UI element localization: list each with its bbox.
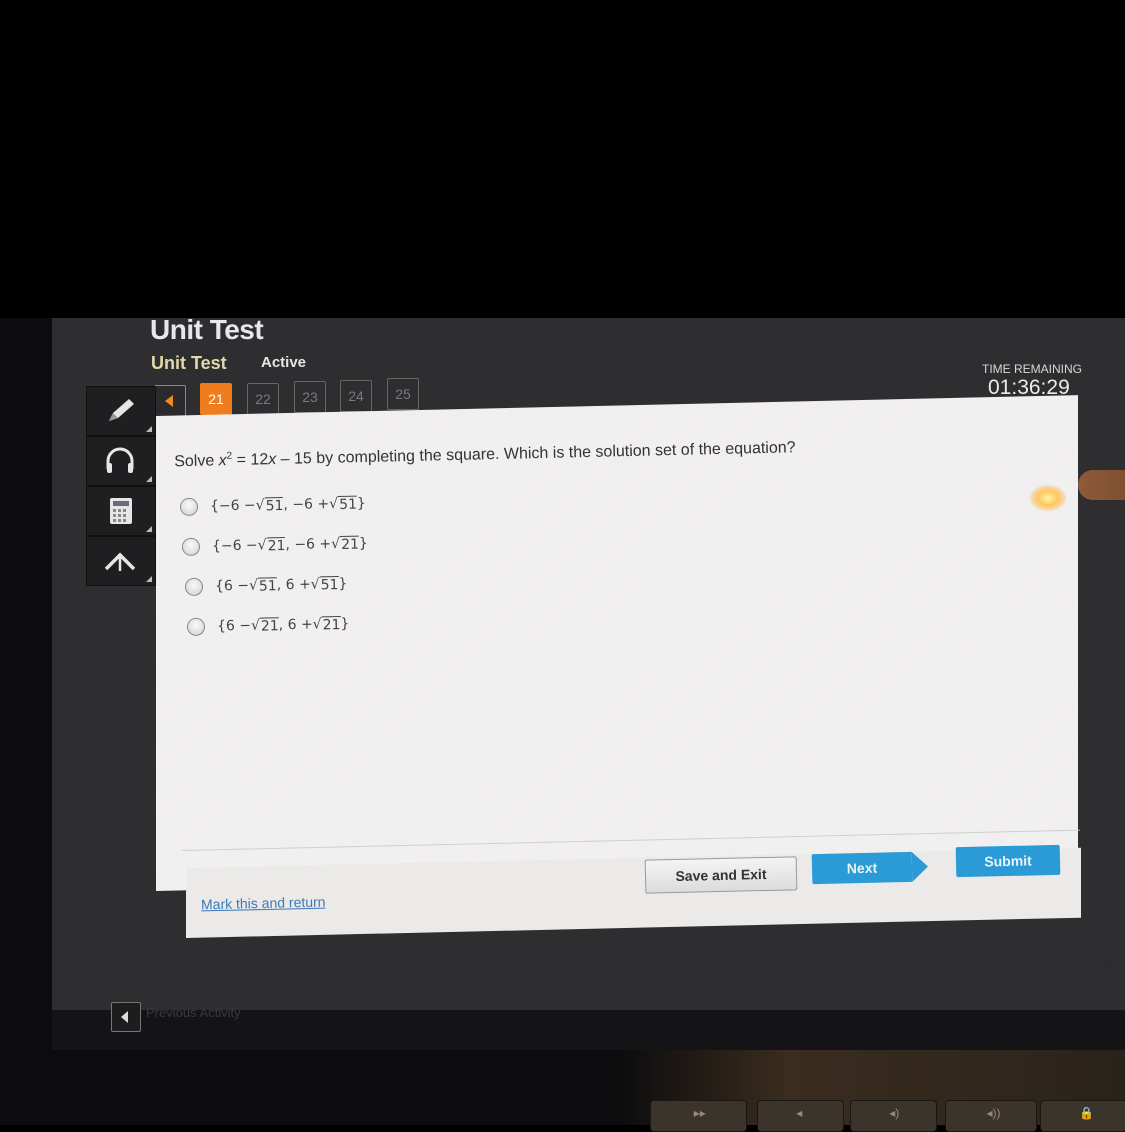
answer-choice-2[interactable]: {−6 − √ 21, −6 + √ 21} bbox=[181, 534, 368, 556]
headphones-icon bbox=[106, 447, 134, 473]
sqrt-icon: √ bbox=[310, 576, 320, 593]
choice-text: {6 − bbox=[214, 577, 250, 595]
keyboard-key-volume-up: ◂)) bbox=[945, 1100, 1037, 1132]
keyboard-key-lock: 🔒 bbox=[1040, 1100, 1125, 1132]
radicand: 21 bbox=[266, 536, 286, 554]
answer-choice-3[interactable]: {6 − √ 51, 6 + √ 51} bbox=[184, 575, 348, 596]
keyboard-key-fast-forward: ▸▸ bbox=[650, 1100, 747, 1132]
audio-tool-button[interactable] bbox=[86, 436, 156, 486]
choice-text: , 6 + bbox=[278, 616, 313, 634]
radicand: 21 bbox=[259, 616, 279, 635]
previous-activity-button[interactable] bbox=[111, 1002, 141, 1032]
app-title: Unit Test bbox=[150, 314, 264, 345]
caret-up-icon bbox=[104, 552, 136, 571]
previous-question-button[interactable] bbox=[154, 385, 186, 417]
keyboard-key-mute: ◂ bbox=[757, 1100, 844, 1132]
laptop-bezel bbox=[0, 318, 52, 1125]
save-and-exit-button[interactable]: Save and Exit bbox=[644, 856, 798, 894]
sqrt-icon: √ bbox=[255, 497, 265, 514]
activity-status: Active bbox=[261, 354, 307, 371]
choice-text: } bbox=[358, 535, 368, 552]
light-reflection bbox=[1078, 470, 1125, 500]
question-panel bbox=[156, 395, 1078, 891]
next-activity-label[interactable]: Next Activity bbox=[1052, 955, 1123, 970]
pencil-tool-button[interactable] bbox=[86, 386, 156, 436]
choice-text: , −6 + bbox=[283, 496, 330, 514]
screen-glare bbox=[1030, 485, 1066, 511]
radicand: 51 bbox=[264, 496, 284, 514]
choice-text: , −6 + bbox=[285, 536, 332, 554]
answer-choice-4[interactable]: {6 − √ 21, 6 + √ 21} bbox=[186, 615, 350, 636]
question-23-button[interactable]: 23 bbox=[294, 381, 326, 413]
sqrt-icon: √ bbox=[257, 537, 267, 554]
calculator-tool-button[interactable] bbox=[86, 486, 156, 536]
keyboard-key-volume-down: ◂) bbox=[850, 1100, 937, 1132]
question-22-button[interactable]: 22 bbox=[247, 383, 279, 415]
sqrt-icon: √ bbox=[250, 617, 261, 634]
radio-button[interactable] bbox=[186, 617, 206, 636]
question-24-button[interactable]: 24 bbox=[340, 380, 372, 412]
calculator-icon bbox=[110, 498, 132, 524]
radicand: 51 bbox=[257, 576, 277, 595]
choice-text: {6 − bbox=[216, 617, 252, 635]
sqrt-icon: √ bbox=[312, 616, 322, 633]
radicand: 51 bbox=[337, 495, 358, 513]
radio-button[interactable] bbox=[181, 537, 201, 556]
sqrt-icon: √ bbox=[248, 577, 259, 594]
time-remaining-label: TIME REMAINING bbox=[982, 362, 1083, 376]
reference-tool-button[interactable] bbox=[86, 536, 156, 586]
pencil-icon bbox=[109, 399, 134, 421]
next-button[interactable]: Next bbox=[811, 851, 913, 885]
radicand: 51 bbox=[319, 575, 339, 593]
question-25-button[interactable]: 25 bbox=[387, 378, 419, 410]
sqrt-icon: √ bbox=[331, 535, 341, 553]
choice-text: {−6 − bbox=[211, 537, 258, 555]
submit-button[interactable]: Submit bbox=[955, 844, 1061, 878]
activity-title: Unit Test bbox=[151, 353, 227, 373]
choice-text: } bbox=[356, 495, 366, 512]
choice-text: } bbox=[340, 615, 350, 633]
radicand: 21 bbox=[321, 615, 341, 633]
radio-button[interactable] bbox=[179, 497, 199, 516]
sqrt-icon: √ bbox=[329, 495, 339, 513]
choice-text: } bbox=[338, 575, 348, 593]
mark-and-return-link[interactable]: Mark this and return bbox=[201, 894, 326, 913]
choice-text: , 6 + bbox=[276, 576, 311, 594]
radio-button[interactable] bbox=[184, 577, 204, 596]
previous-activity-label[interactable]: Previous Activity bbox=[146, 1005, 241, 1020]
answer-choice-1[interactable]: {−6 − √ 51, −6 + √ 51} bbox=[179, 494, 366, 516]
choice-text: {−6 − bbox=[209, 497, 256, 515]
question-21-button[interactable]: 21 bbox=[200, 383, 232, 415]
radicand: 21 bbox=[339, 535, 360, 553]
